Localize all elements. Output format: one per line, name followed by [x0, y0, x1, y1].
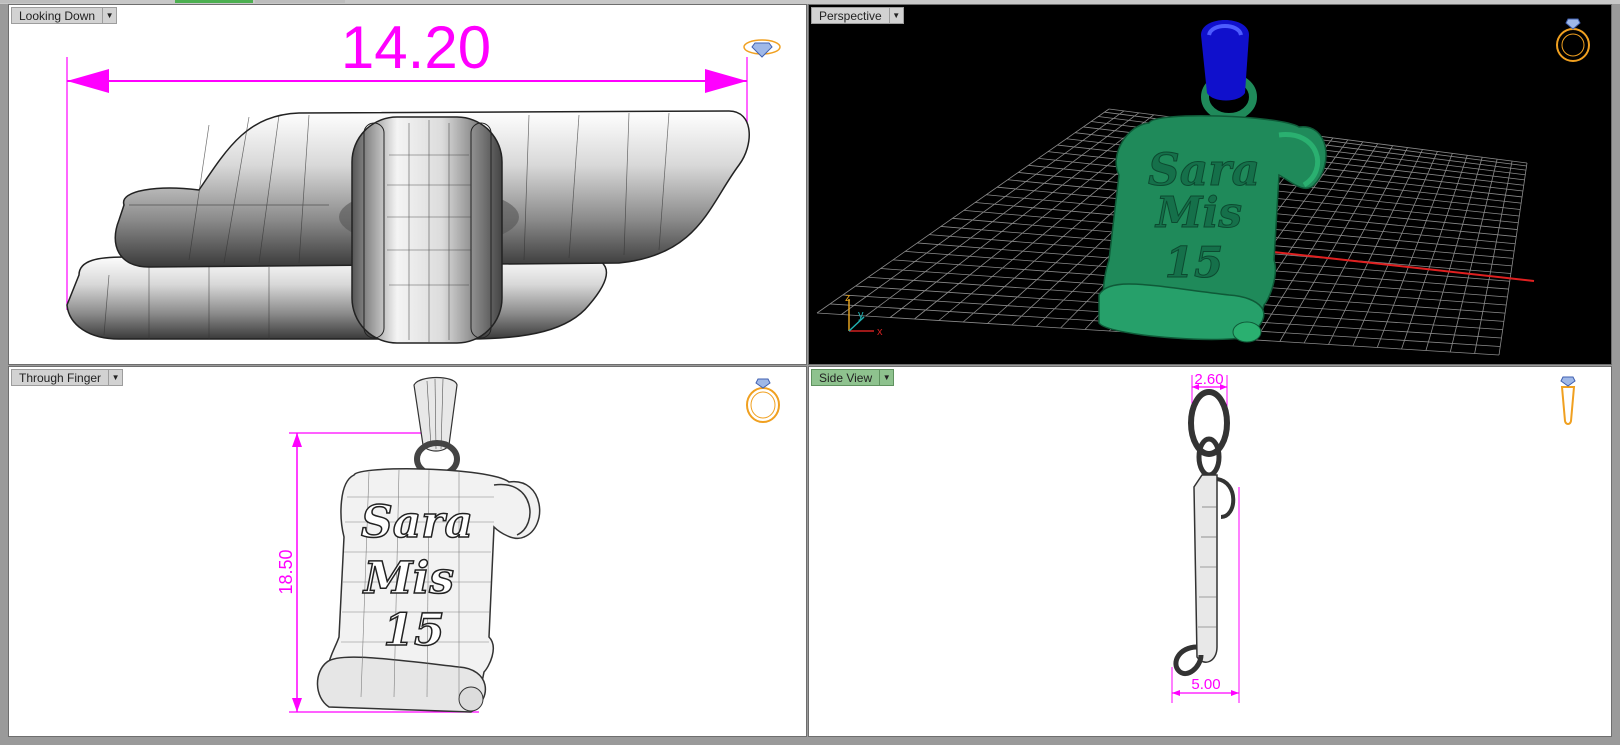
viewport-menu-dropdown[interactable]: ▼: [888, 7, 904, 24]
viewport-through-finger[interactable]: Through Finger ▼ 18.50 Sara Mis 15: [8, 366, 807, 737]
viewport-menu-dropdown[interactable]: ▼: [879, 369, 895, 386]
center-bead: [351, 116, 503, 344]
viewport-perspective[interactable]: Perspective ▼ Sara Mis 15 z y x: [808, 4, 1612, 365]
pendant-side-profile: [1173, 389, 1236, 677]
axis-y-label: y: [858, 309, 864, 321]
viewport-side-view[interactable]: Side View ▼ 2.60 5.00: [808, 366, 1612, 737]
engraving-line-3: 15: [383, 605, 444, 656]
engraving-line-1: Sara: [361, 497, 473, 548]
ring-top-view-icon[interactable]: [742, 35, 782, 59]
tab-strip-segment[interactable]: [0, 0, 60, 3]
ring-side-view-icon[interactable]: [1553, 375, 1583, 427]
engraving-line-3: 15: [1165, 238, 1223, 287]
viewport-looking-down[interactable]: Looking Down ▼ 14.20: [8, 4, 807, 365]
viewport-label[interactable]: Perspective ▼: [811, 7, 904, 24]
dimension-value: 14.20: [341, 14, 491, 81]
dimension-value-top: 2.60: [1194, 371, 1223, 388]
dimension-value-bottom: 5.00: [1191, 676, 1220, 693]
ring-front-view-icon[interactable]: [743, 377, 783, 425]
looking-down-canvas: 14.20: [66, 14, 750, 344]
axis-x-label: x: [877, 326, 883, 338]
engraving-line-2: Mis: [1154, 188, 1242, 237]
tab-strip-segment-active[interactable]: [175, 0, 253, 3]
viewport-menu-dropdown[interactable]: ▼: [108, 369, 124, 386]
viewport-name[interactable]: Side View: [811, 369, 880, 386]
side-view-canvas: 2.60 5.00: [1171, 371, 1240, 703]
chevron-down-icon: ▼: [882, 373, 891, 382]
tab-strip-segment[interactable]: [255, 0, 345, 3]
engraving-line-2: Mis: [362, 553, 454, 604]
viewport-name[interactable]: Looking Down: [11, 7, 103, 24]
viewport-name[interactable]: Perspective: [811, 7, 889, 24]
through-finger-canvas: 18.50 Sara Mis 15: [276, 376, 541, 713]
axis-z-label: z: [845, 292, 851, 304]
dimension-value: 18.50: [276, 549, 296, 594]
perspective-canvas: Sara Mis 15 z y x: [816, 20, 1535, 356]
chevron-down-icon: ▼: [105, 11, 114, 20]
viewport-label[interactable]: Through Finger ▼: [11, 369, 124, 386]
chevron-down-icon: ▼: [111, 373, 120, 382]
chevron-down-icon: ▼: [892, 11, 901, 20]
dimension-arrowhead: [705, 69, 747, 93]
viewport-menu-dropdown[interactable]: ▼: [102, 7, 118, 24]
ring-perspective-icon[interactable]: [1553, 15, 1593, 65]
viewport-name[interactable]: Through Finger: [11, 369, 109, 386]
viewport-label[interactable]: Looking Down ▼: [11, 7, 118, 24]
dimension-arrowhead: [67, 69, 109, 93]
viewport-label[interactable]: Side View ▼: [811, 369, 895, 386]
